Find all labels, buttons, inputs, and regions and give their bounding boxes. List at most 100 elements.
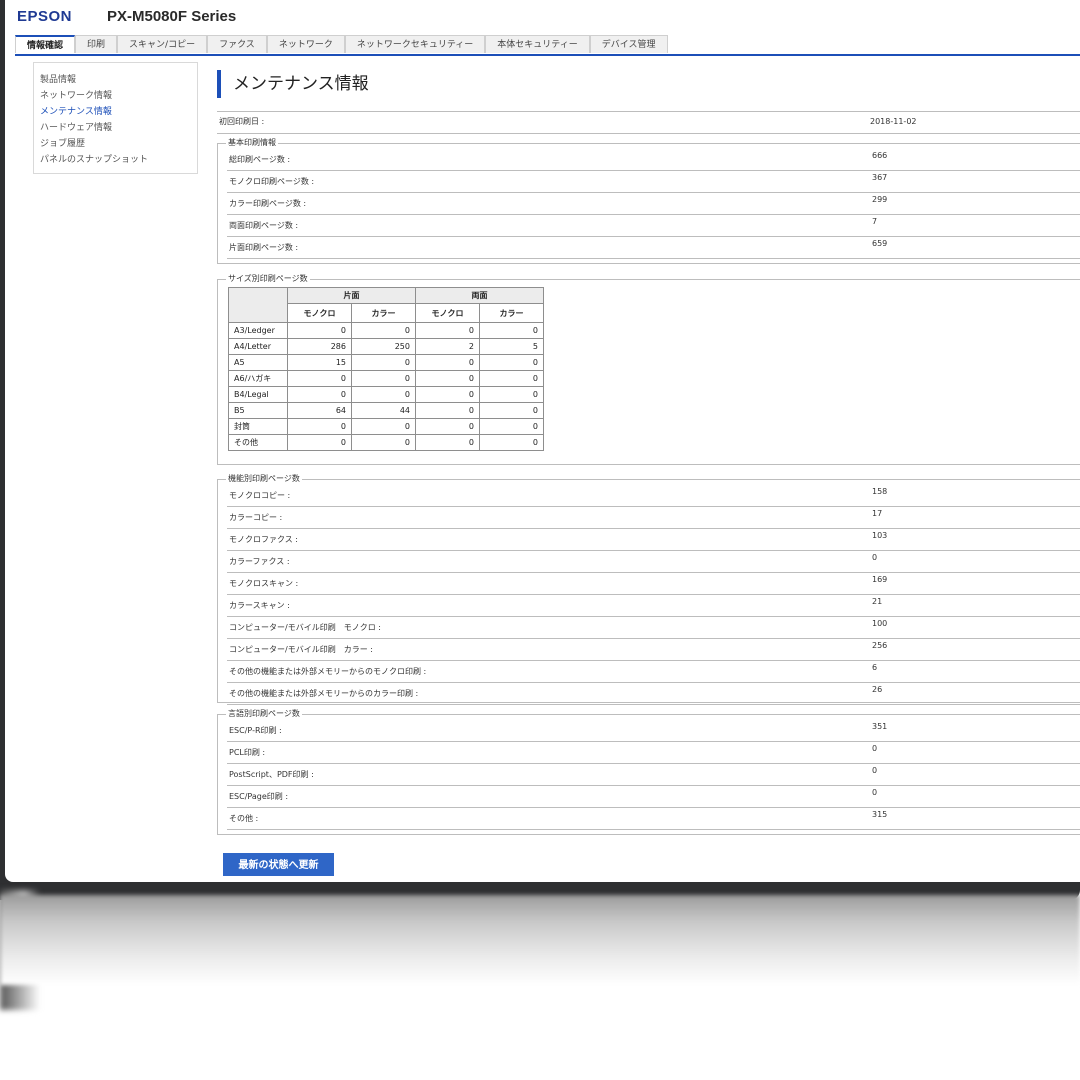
row-label: 両面印刷ページ数 :	[229, 221, 299, 230]
size-table-row: B4/Legal 0 0 0 0	[228, 386, 544, 403]
size-count-cell: 0	[479, 418, 544, 435]
language-print-legend: 言語別印刷ページ数	[228, 709, 300, 718]
tab-device-management[interactable]: デバイス管理	[589, 35, 668, 53]
row-value: 7	[872, 217, 878, 226]
monitor-shadow	[0, 895, 1080, 985]
size-col-double-mono: モノクロ	[415, 303, 480, 323]
tab-network[interactable]: ネットワーク	[266, 35, 345, 53]
row-label: PCL印刷 :	[229, 748, 266, 757]
basic-print-info-group: 基本印刷情報 総印刷ページ数 : 666 モノクロ印刷ページ数 : 367 カラー印…	[217, 138, 1080, 264]
size-col-single-color: カラー	[351, 303, 416, 323]
function-row: カラースキャン : 21	[227, 595, 1080, 617]
row-label: 片面印刷ページ数 :	[229, 243, 299, 252]
size-name-cell: 封筒	[228, 418, 288, 435]
size-count-cell: 0	[479, 322, 544, 339]
function-print-legend: 機能別印刷ページ数	[228, 474, 300, 483]
row-value: 21	[872, 597, 883, 606]
size-count-cell: 0	[415, 370, 480, 387]
size-name-cell: その他	[228, 434, 288, 451]
row-label: ESC/P-R印刷 :	[229, 726, 282, 735]
row-label: モノクロファクス :	[229, 535, 298, 544]
row-value: 0	[872, 766, 878, 775]
tab-fax[interactable]: ファクス	[207, 35, 267, 53]
tab-network-security[interactable]: ネットワークセキュリティー	[344, 35, 486, 53]
size-name-cell: B4/Legal	[228, 386, 288, 403]
size-name-cell: A5	[228, 354, 288, 371]
row-value: 100	[872, 619, 888, 628]
size-count-cell: 0	[415, 322, 480, 339]
basic-print-info-legend: 基本印刷情報	[228, 138, 276, 147]
sidebar-item-hardware-info[interactable]: ハードウェア情報	[40, 120, 197, 136]
function-row: コンピューター/モバイル印刷 モノクロ : 100	[227, 617, 1080, 639]
language-print-group: 言語別印刷ページ数 ESC/P-R印刷 : 351 PCL印刷 : 0 PostSc…	[217, 709, 1080, 835]
row-value: 659	[872, 239, 888, 248]
function-print-group: 機能別印刷ページ数 モノクロコピー : 158 カラーコピー : 17 モノクロファ…	[217, 474, 1080, 705]
sidebar-item-network-info[interactable]: ネットワーク情報	[40, 88, 197, 104]
sidebar-item-panel-snapshot[interactable]: パネルのスナップショット	[40, 152, 197, 168]
sidebar-item-maintenance-info[interactable]: メンテナンス情報	[40, 104, 197, 120]
size-count-cell: 0	[479, 386, 544, 403]
sidebar: 製品情報 ネットワーク情報 メンテナンス情報 ハードウェア情報 ジョブ履歴 パネ…	[33, 62, 198, 174]
row-value: 0	[872, 553, 878, 562]
size-table-row: A4/Letter 286 250 2 5	[228, 338, 544, 355]
size-count-cell: 64	[287, 402, 352, 419]
size-count-cell: 0	[479, 434, 544, 451]
size-table-row: 封筒 0 0 0 0	[228, 418, 544, 435]
row-label: コンピューター/モバイル印刷 モノクロ :	[229, 623, 381, 632]
size-table-body: A3/Ledger 0 0 0 0 A4/Letter 286 250 2 5 A5 15 0 0 0 A6/…	[228, 322, 544, 451]
size-count-cell: 250	[351, 338, 416, 355]
size-table-row: A3/Ledger 0 0 0 0	[228, 322, 544, 339]
size-count-cell: 0	[351, 354, 416, 371]
row-label: カラーコピー :	[229, 513, 283, 522]
row-value: 17	[872, 509, 883, 518]
sidebar-item-product-info[interactable]: 製品情報	[40, 72, 197, 88]
row-label: その他 :	[229, 814, 259, 823]
size-table-row: A6/ハガキ 0 0 0 0	[228, 370, 544, 387]
row-value: 103	[872, 531, 888, 540]
browser-screen: EPSON PX-M5080F Series 情報確認 印刷 スキャン/コピー …	[5, 0, 1080, 882]
first-print-date-row: 初回印刷日 : 2018-11-02	[217, 111, 1080, 134]
basic-row: 両面印刷ページ数 : 7	[227, 215, 1080, 237]
row-value: 6	[872, 663, 878, 672]
function-row: その他の機能または外部メモリーからのモノクロ印刷 : 6	[227, 661, 1080, 683]
row-value: 315	[872, 810, 888, 819]
row-label: その他の機能または外部メモリーからのカラー印刷 :	[229, 689, 419, 698]
size-table-row: B5 64 44 0 0	[228, 402, 544, 419]
function-row: モノクロスキャン : 169	[227, 573, 1080, 595]
row-value: 666	[872, 151, 888, 160]
size-count-cell: 0	[479, 370, 544, 387]
function-row: モノクロコピー : 158	[227, 485, 1080, 507]
size-count-cell: 0	[479, 354, 544, 371]
first-print-date-label: 初回印刷日 :	[219, 117, 265, 126]
basic-row: 総印刷ページ数 : 666	[227, 149, 1080, 171]
row-value: 158	[872, 487, 888, 496]
size-count-cell: 0	[415, 418, 480, 435]
tab-print[interactable]: 印刷	[75, 35, 118, 53]
sidebar-item-job-history[interactable]: ジョブ履歴	[40, 136, 197, 152]
size-count-cell: 0	[287, 370, 352, 387]
page-title: メンテナンス情報	[217, 70, 369, 98]
tab-scan-copy[interactable]: スキャン/コピー	[117, 35, 208, 53]
language-row: PostScript、PDF印刷 : 0	[227, 764, 1080, 786]
tab-info[interactable]: 情報確認	[15, 35, 76, 53]
function-row: コンピューター/モバイル印刷 カラー : 256	[227, 639, 1080, 661]
size-count-cell: 2	[415, 338, 480, 355]
row-label: モノクロ印刷ページ数 :	[229, 177, 315, 186]
language-row: その他 : 315	[227, 808, 1080, 830]
header-bar: EPSON PX-M5080F Series	[5, 0, 1080, 34]
epson-logo: EPSON	[17, 8, 73, 25]
size-count-cell: 0	[351, 370, 416, 387]
row-value: 256	[872, 641, 888, 650]
size-name-cell: B5	[228, 402, 288, 419]
row-label: モノクロコピー :	[229, 491, 291, 500]
size-name-cell: A4/Letter	[228, 338, 288, 355]
size-count-cell: 286	[287, 338, 352, 355]
row-value: 169	[872, 575, 888, 584]
language-row: PCL印刷 : 0	[227, 742, 1080, 764]
size-count-cell: 0	[479, 402, 544, 419]
refresh-button[interactable]: 最新の状態へ更新	[223, 853, 334, 876]
function-row: その他の機能または外部メモリーからのカラー印刷 : 26	[227, 683, 1080, 705]
size-count-cell: 0	[351, 322, 416, 339]
size-col-double-color: カラー	[479, 303, 544, 323]
tab-device-security[interactable]: 本体セキュリティー	[485, 35, 590, 53]
